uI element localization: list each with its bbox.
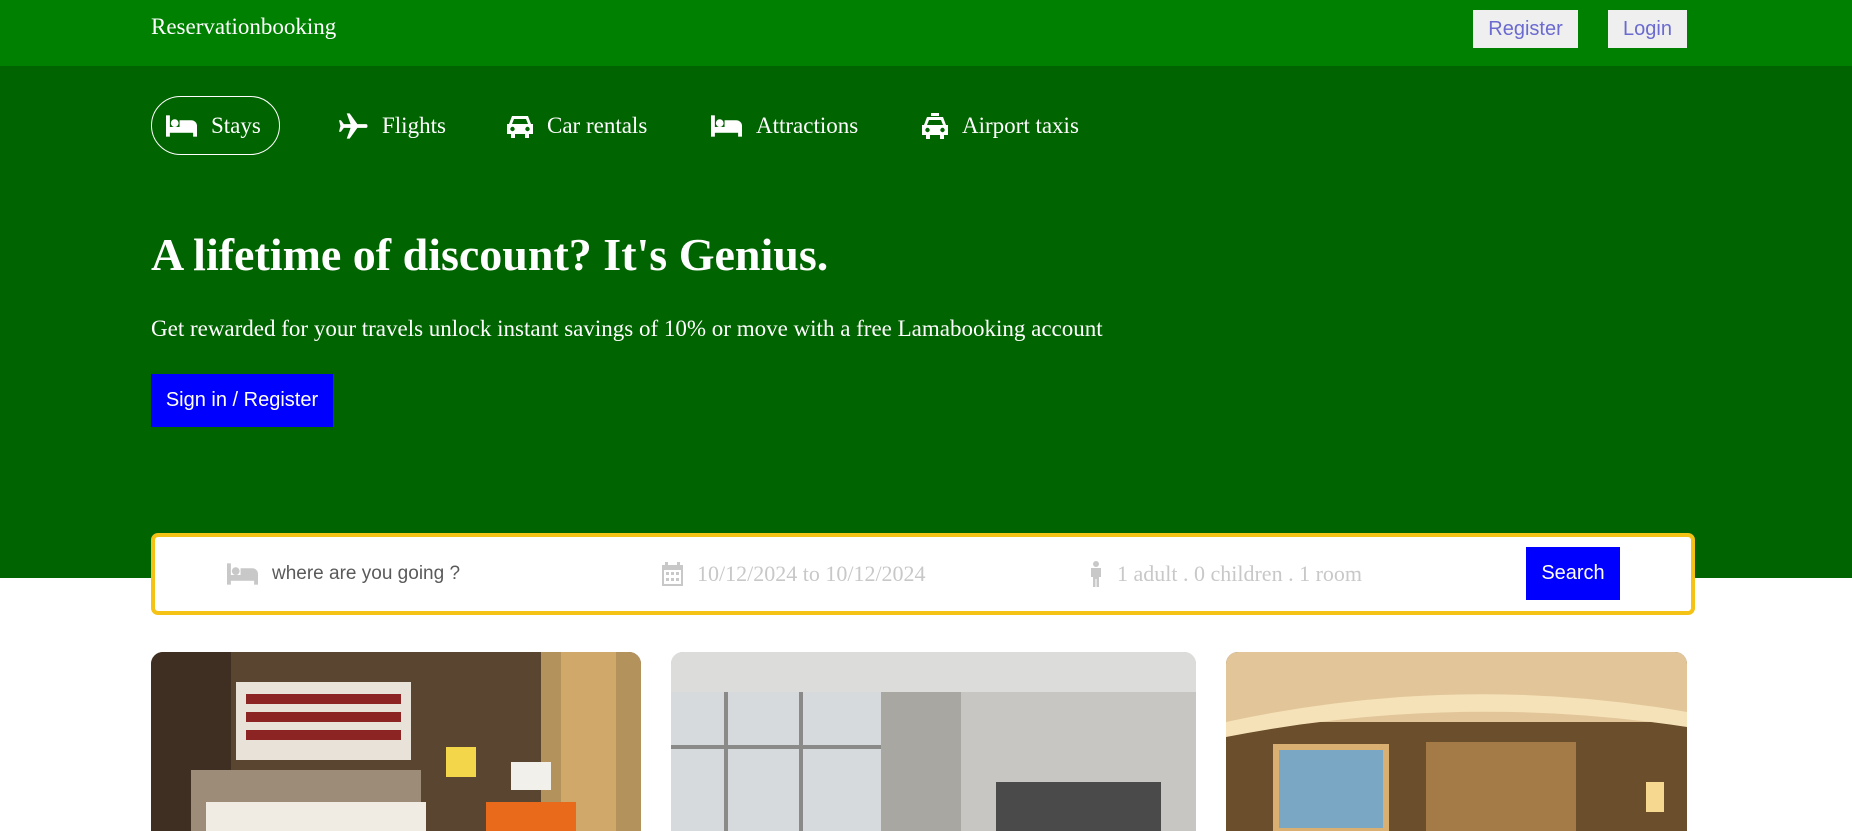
tab-label: Attractions <box>756 112 859 138</box>
bed-icon <box>166 114 197 137</box>
plane-icon <box>339 112 368 139</box>
search-button[interactable]: Search <box>1526 547 1620 600</box>
tab-flights[interactable]: Flights <box>339 96 446 155</box>
hotel-room-photo <box>151 652 641 831</box>
featured-card[interactable] <box>151 652 641 831</box>
top-navbar: Reservationbooking Register Login <box>0 0 1852 66</box>
brand-logo[interactable]: Reservationbooking <box>151 14 336 40</box>
taxi-icon <box>922 112 948 139</box>
login-button[interactable]: Login <box>1608 10 1687 48</box>
tab-car-rentals[interactable]: Car rentals <box>507 96 647 155</box>
date-range-text: 10/12/2024 to 10/12/2024 <box>697 561 926 586</box>
hotel-room-photo <box>671 652 1196 831</box>
sign-in-register-button[interactable]: Sign in / Register <box>151 374 333 427</box>
register-button[interactable]: Register <box>1473 10 1578 48</box>
tab-attractions[interactable]: Attractions <box>711 96 858 155</box>
tab-stays[interactable]: Stays <box>151 96 280 155</box>
tab-airport-taxis[interactable]: Airport taxis <box>922 96 1079 155</box>
destination-field <box>227 537 572 611</box>
bed-icon <box>711 114 742 137</box>
search-bar: 10/12/2024 to 10/12/2024 1 adult . 0 chi… <box>151 533 1695 615</box>
featured-card[interactable] <box>1226 652 1687 831</box>
tab-label: Stays <box>211 112 261 138</box>
tab-label: Airport taxis <box>962 112 1079 138</box>
calendar-icon <box>662 562 683 586</box>
destination-input[interactable] <box>272 563 572 585</box>
guests-field[interactable]: 1 adult . 0 children . 1 room <box>1089 537 1362 611</box>
tab-label: Flights <box>382 112 446 138</box>
date-range-field[interactable]: 10/12/2024 to 10/12/2024 <box>662 537 926 611</box>
car-icon <box>507 115 533 138</box>
hero-subtitle: Get rewarded for your travels unlock ins… <box>151 316 1103 341</box>
guests-text: 1 adult . 0 children . 1 room <box>1117 561 1363 586</box>
bed-icon <box>227 563 258 585</box>
tab-label: Car rentals <box>547 112 648 138</box>
hotel-room-photo <box>1226 652 1687 831</box>
hero-title: A lifetime of discount? It's Genius. <box>151 229 829 280</box>
featured-card[interactable] <box>671 652 1196 831</box>
person-icon <box>1091 561 1101 587</box>
